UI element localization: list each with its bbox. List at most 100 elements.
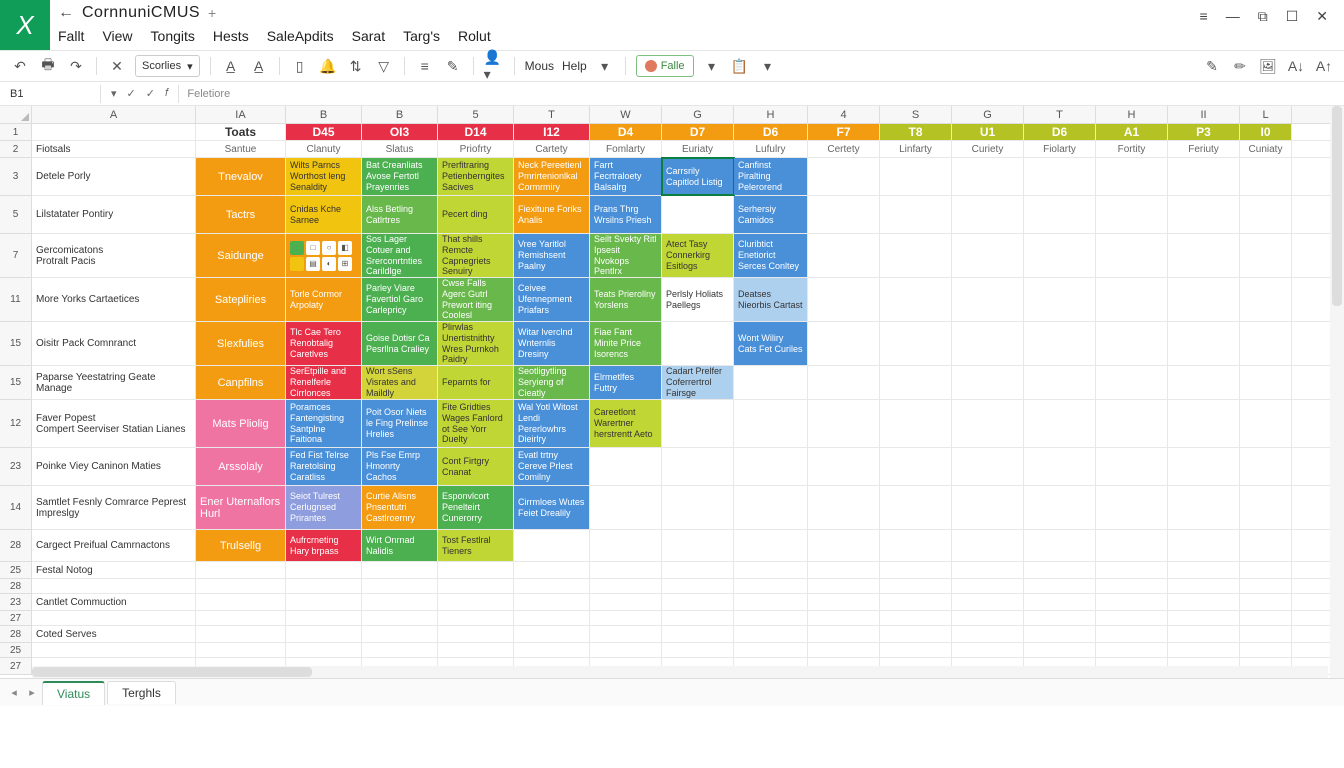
cell[interactable]: Neck Pereetienl Pmrirtenionlkal Cormrmir… [514,158,590,195]
cell[interactable]: Lufulry [734,141,808,157]
cell[interactable] [662,579,734,593]
cell[interactable] [1240,448,1292,485]
cell[interactable]: More Yorks Cartaetices [32,278,196,321]
cell[interactable]: Evatl trtny Cereve Prlest Comilny [514,448,590,485]
cell[interactable] [952,643,1024,657]
cell[interactable] [1168,196,1240,233]
cell[interactable] [1240,486,1292,529]
cell[interactable] [1024,322,1096,365]
cell[interactable]: Cwse Falls Agerc Gutrl Prewort iting Coo… [438,278,514,321]
cell[interactable] [286,626,362,642]
cell[interactable]: Prans Thrg Wrsilns Priesh [590,196,662,233]
cell[interactable]: Cargect Preifual Camrnactons [32,530,196,561]
cell[interactable] [880,643,952,657]
toolbar-mous[interactable]: Mous [525,59,554,73]
cell[interactable]: Serhersiy Camidos [734,196,808,233]
cell[interactable] [880,234,952,277]
cell[interactable] [1096,562,1168,578]
cell[interactable] [952,579,1024,593]
cell[interactable]: Certety [808,141,880,157]
cell[interactable]: Ener Uternaflors Hurl [196,486,286,529]
cell[interactable]: Seotligytling Seryieng of Cieatly [514,366,590,399]
cell[interactable] [1096,448,1168,485]
cell[interactable] [1168,486,1240,529]
cell[interactable] [590,611,662,625]
row-header[interactable]: 25 [0,643,32,658]
cell[interactable]: Clanuty [286,141,362,157]
menu-hests[interactable]: Hests [213,28,249,44]
cell[interactable] [286,611,362,625]
cell[interactable] [1168,400,1240,447]
row-header[interactable]: 14 [0,486,32,530]
cell[interactable]: Wirt Onrnad Nalidis [362,530,438,561]
cell[interactable]: T8 [880,124,952,140]
cell[interactable] [662,626,734,642]
cell[interactable]: Wilts Parncs Worthost leng Senaldity [286,158,362,195]
cell[interactable]: Deatses Nieorbis Cartast [734,278,808,321]
cell[interactable] [808,643,880,657]
col-header[interactable]: 4 [808,106,880,123]
cell[interactable] [952,400,1024,447]
cell[interactable] [1096,643,1168,657]
cell[interactable] [952,530,1024,561]
sheet-nav-prev-icon[interactable]: ◂ [6,686,22,699]
cell[interactable] [734,643,808,657]
cell[interactable] [32,611,196,625]
fx-dropdown-icon[interactable]: ▾ [111,87,117,100]
chevron-down-icon[interactable]: ▾ [595,56,615,76]
cell[interactable] [1024,448,1096,485]
menu-sarat[interactable]: Sarat [352,28,385,44]
cell[interactable]: D14 [438,124,514,140]
cell[interactable] [1240,366,1292,399]
cell[interactable] [808,594,880,610]
cell[interactable] [952,448,1024,485]
cell[interactable] [808,400,880,447]
cell[interactable] [734,611,808,625]
cell[interactable] [514,530,590,561]
cell[interactable] [1096,486,1168,529]
cell[interactable]: Wal Yotl Witost Lendi Pererlowhrs Dieirl… [514,400,590,447]
filter-icon[interactable]: ▽ [374,56,394,76]
person-icon[interactable]: 👤▾ [484,56,504,76]
cell[interactable] [1168,594,1240,610]
menu-rolut[interactable]: Rolut [458,28,491,44]
cell[interactable]: Wont Wiliry Cats Fet Curiles [734,322,808,365]
row-header[interactable]: 7 [0,234,32,278]
col-header[interactable]: W [590,106,662,123]
cell[interactable] [662,486,734,529]
cell[interactable] [662,400,734,447]
horizontal-scrollbar[interactable] [32,666,1328,678]
toolbar-help[interactable]: Help [562,59,587,73]
cell[interactable] [1096,579,1168,593]
cell[interactable] [734,579,808,593]
align-icon[interactable]: ≡ [415,56,435,76]
cell[interactable] [808,448,880,485]
cell[interactable] [1096,611,1168,625]
cell[interactable] [1240,196,1292,233]
cell[interactable]: Slatus [362,141,438,157]
cell[interactable] [1096,322,1168,365]
cell[interactable]: D45 [286,124,362,140]
sheet-nav-next-icon[interactable]: ▸ [24,686,40,699]
cell[interactable] [1024,594,1096,610]
cell[interactable] [1096,196,1168,233]
cell[interactable] [880,579,952,593]
close-icon[interactable]: ✕ [1316,8,1328,25]
cell[interactable]: Feriuty [1168,141,1240,157]
cell[interactable]: Fomlarty [590,141,662,157]
chevron-down-icon-3[interactable]: ▾ [758,56,778,76]
cell[interactable]: Fiolarty [1024,141,1096,157]
vertical-scrollbar[interactable] [1330,106,1344,678]
cell[interactable] [514,611,590,625]
cell[interactable] [286,579,362,593]
cell[interactable] [734,594,808,610]
row-header[interactable]: 5 [0,196,32,234]
cell[interactable] [1024,643,1096,657]
cell[interactable]: Alss Betling Catlrtres [362,196,438,233]
cell[interactable]: Torle Cormor Arpolaty [286,278,362,321]
cell[interactable] [514,626,590,642]
cell[interactable] [1096,366,1168,399]
font-style-icon[interactable]: A̲ [249,56,269,76]
cell[interactable] [880,626,952,642]
cell[interactable] [662,196,734,233]
